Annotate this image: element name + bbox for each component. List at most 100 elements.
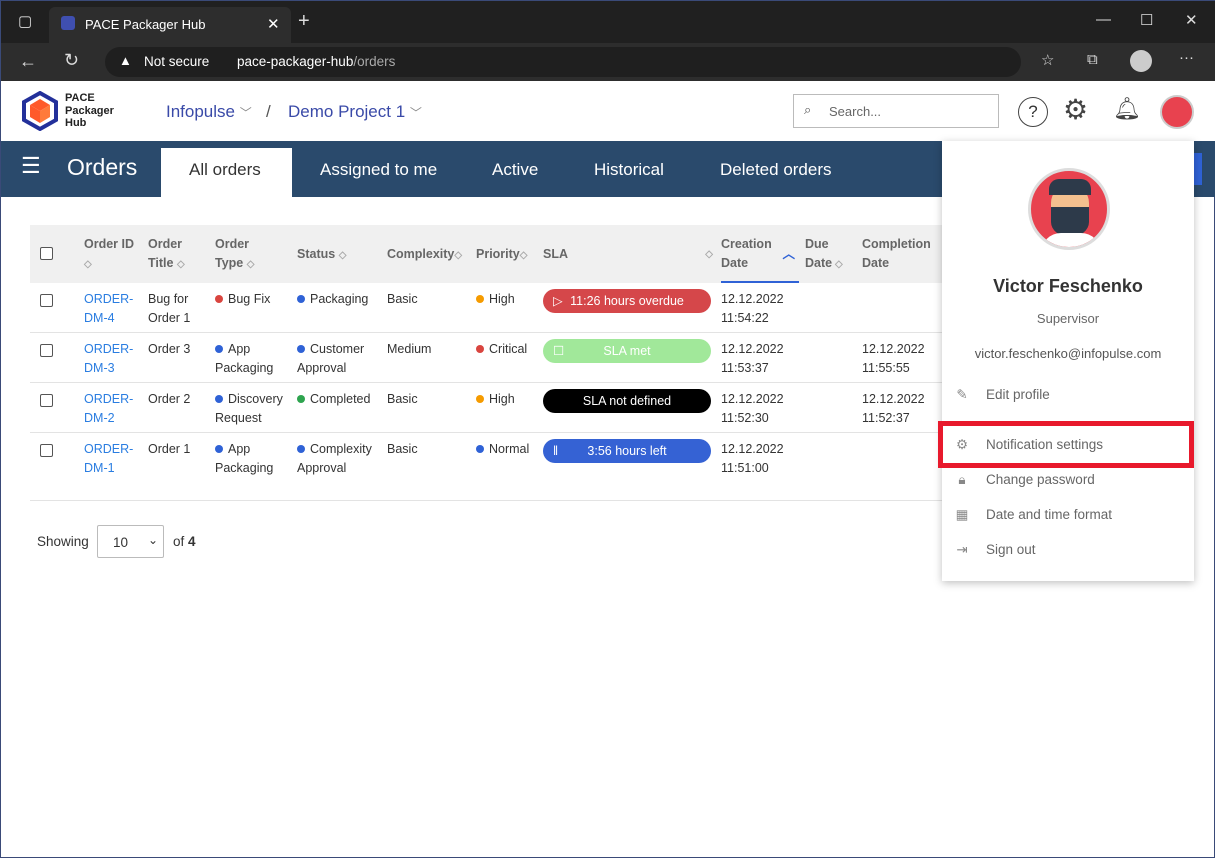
close-window-icon[interactable]: ✕ xyxy=(1185,11,1198,29)
table-row[interactable]: ORDER-DM-1 Order 1 App Packaging Complexity… xyxy=(30,433,942,501)
column-sla[interactable]: SLA ◇ xyxy=(543,225,713,283)
status-dot-icon xyxy=(297,345,305,353)
search-placeholder: Search... xyxy=(829,104,882,119)
menu-change-password[interactable]: 🔒︎ Change password xyxy=(942,465,1194,495)
status-dot-icon xyxy=(297,295,305,303)
column-completion-date[interactable]: Completion Date xyxy=(862,225,942,283)
status-dot-icon xyxy=(297,395,305,403)
menu-sign-out[interactable]: ⇥ Sign out xyxy=(942,535,1194,565)
close-tab-icon[interactable]: ✕ xyxy=(267,15,280,33)
order-complexity: Basic xyxy=(387,392,418,406)
status-dot-icon xyxy=(476,345,484,353)
order-status: Customer Approval xyxy=(297,342,365,375)
profile-name: Victor Feschenko xyxy=(993,276,1143,296)
row-checkbox[interactable] xyxy=(40,394,53,407)
select-all-checkbox[interactable] xyxy=(40,247,53,260)
table-row[interactable]: ORDER-DM-4 Bug for Order 1 Bug Fix Packagin… xyxy=(30,283,942,333)
column-order-title[interactable]: Order Title ◇ xyxy=(148,225,198,283)
tab-assigned-to-me[interactable]: Assigned to me xyxy=(292,148,465,197)
notifications-bell-icon[interactable]: 🔔︎ xyxy=(1113,96,1141,122)
profile-email: victor.feschenko@infopulse.com xyxy=(974,346,1162,361)
url-field[interactable]: ▲ Not secure pace-packager-hub/orders xyxy=(105,47,1021,77)
tab-all-orders[interactable]: All orders xyxy=(161,148,292,197)
search-input[interactable]: ⌕ Search... xyxy=(793,94,999,128)
user-avatar[interactable] xyxy=(1160,95,1194,129)
sla-badge: ‖ 3:56 hours left xyxy=(543,439,711,463)
tab-deleted-orders[interactable]: Deleted orders xyxy=(692,148,860,197)
menu-edit-profile[interactable]: ✎ Edit profile xyxy=(942,380,1194,410)
creation-date: 12.12.2022 11:54:22 xyxy=(721,292,784,325)
breadcrumb-project[interactable]: Demo Project 1 ﹀ xyxy=(288,102,422,122)
hidden-action-button[interactable] xyxy=(1194,153,1202,185)
column-order-type[interactable]: Order Type ◇ xyxy=(215,225,275,283)
favicon-icon xyxy=(61,16,75,30)
browser-profile-icon[interactable] xyxy=(1130,50,1152,72)
order-priority: Critical xyxy=(476,340,538,359)
profile-avatar xyxy=(1028,168,1110,250)
pause-icon: ‖ xyxy=(553,444,559,458)
order-id-link[interactable]: ORDER-DM-3 xyxy=(84,340,134,378)
tab-active[interactable]: Active xyxy=(464,148,566,197)
favorites-icon[interactable]: ☆ xyxy=(1041,51,1054,69)
maximize-icon[interactable]: ☐ xyxy=(1140,11,1153,29)
status-dot-icon xyxy=(215,395,223,403)
lock-icon: 🔒︎ xyxy=(958,472,966,487)
table-row[interactable]: ORDER-DM-2 Order 2 Discovery Request Comple… xyxy=(30,383,942,433)
url-host: pace-packager-hub xyxy=(237,54,354,69)
more-icon[interactable]: ··· xyxy=(1179,49,1194,66)
breadcrumb-organization[interactable]: Infopulse ﹀ xyxy=(166,102,252,122)
profile-role: Supervisor xyxy=(1036,311,1100,326)
sla-badge: SLA not defined xyxy=(543,389,711,413)
settings-gear-icon[interactable]: ⚙ xyxy=(1063,93,1088,126)
table-row[interactable]: ORDER-DM-3 Order 3 App Packaging Customer A… xyxy=(30,333,942,383)
column-creation-date[interactable]: Creation Date ︿ xyxy=(721,225,799,283)
order-complexity: Basic xyxy=(387,442,418,456)
app-header: PACE Packager Hub Infopulse ﹀ / Demo Proje… xyxy=(1,81,1215,141)
order-type: Bug Fix xyxy=(215,290,295,309)
logo-icon xyxy=(22,91,58,131)
security-label[interactable]: Not secure xyxy=(144,54,209,69)
play-icon: ▷ xyxy=(553,294,563,308)
browser-tab[interactable]: PACE Packager Hub ✕ xyxy=(49,7,291,43)
row-checkbox[interactable] xyxy=(40,294,53,307)
row-checkbox[interactable] xyxy=(40,444,53,457)
logo-text: PACE Packager Hub xyxy=(65,92,114,129)
tab-historical[interactable]: Historical xyxy=(566,148,692,197)
column-complexity[interactable]: Complexity◇ xyxy=(387,225,472,283)
status-dot-icon xyxy=(215,345,223,353)
column-priority[interactable]: Priority◇ xyxy=(476,225,546,283)
warning-icon: ▲ xyxy=(119,53,132,68)
minimize-icon[interactable]: — xyxy=(1096,11,1111,28)
status-dot-icon xyxy=(476,395,484,403)
search-icon: ⌕ xyxy=(804,102,812,117)
sidebar-toggle-icon[interactable]: ▢ xyxy=(18,12,32,30)
order-id-link[interactable]: ORDER-DM-2 xyxy=(84,390,134,428)
order-title: Order 1 xyxy=(148,442,191,456)
pencil-icon: ✎ xyxy=(956,387,968,402)
creation-date: 12.12.2022 11:51:00 xyxy=(721,442,784,475)
column-order-id[interactable]: Order ID ◇ xyxy=(84,225,134,283)
help-icon[interactable]: ? xyxy=(1018,97,1048,127)
tab-title: PACE Packager Hub xyxy=(85,17,206,32)
page-title: Orders xyxy=(67,154,138,180)
refresh-icon[interactable]: ↻ xyxy=(64,50,79,71)
order-priority: Normal xyxy=(476,440,538,459)
menu-date-time-format[interactable]: ▦ Date and time format xyxy=(942,500,1194,530)
column-due-date[interactable]: Due Date ◇ xyxy=(805,225,855,283)
page-size-select[interactable]: 10 ⌄ xyxy=(97,525,164,558)
stop-icon: ☐ xyxy=(553,344,565,358)
order-complexity: Medium xyxy=(387,342,432,356)
order-title: Bug for Order 1 xyxy=(148,292,191,325)
column-status[interactable]: Status ◇ xyxy=(297,225,382,283)
hamburger-menu-icon[interactable]: ☰ xyxy=(21,153,41,179)
sla-badge: ▷ 11:26 hours overdue xyxy=(543,289,711,313)
new-tab-icon[interactable]: + xyxy=(298,10,310,33)
order-type: App Packaging xyxy=(215,342,274,375)
browser-tab-strip: ▢ PACE Packager Hub ✕ + — ☐ ✕ xyxy=(1,1,1215,43)
sign-out-icon: ⇥ xyxy=(956,542,968,557)
order-id-link[interactable]: ORDER-DM-1 xyxy=(84,440,134,478)
order-id-link[interactable]: ORDER-DM-4 xyxy=(84,290,134,328)
back-icon[interactable]: ← xyxy=(19,51,37,72)
collections-icon[interactable]: ⧉ xyxy=(1087,51,1098,68)
row-checkbox[interactable] xyxy=(40,344,53,357)
